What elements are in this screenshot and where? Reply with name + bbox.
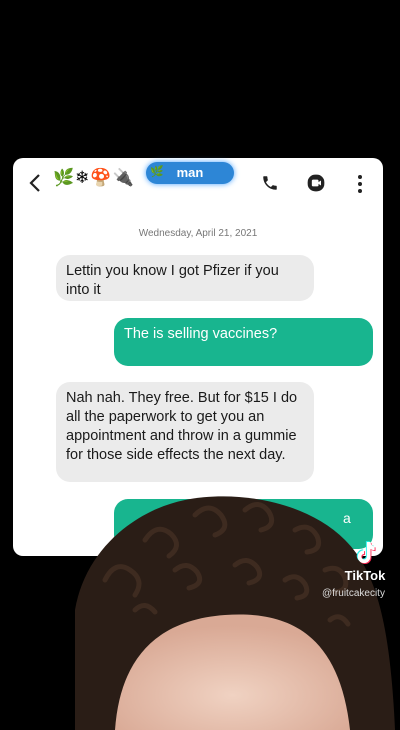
leaf-icon: 🌿	[150, 165, 164, 178]
contact-name[interactable]: 🌿❄🍄🔌	[53, 168, 135, 188]
video-icon[interactable]	[306, 173, 326, 193]
kebab-icon[interactable]	[357, 174, 363, 194]
message-bubble-outgoing[interactable]: The is selling vaccines?	[114, 318, 373, 366]
tiktok-watermark: TikTok	[336, 540, 394, 583]
message-bubble-incoming[interactable]: Lettin you know I got Pfizer if you into…	[56, 255, 314, 301]
message-bubble-incoming[interactable]: Nah nah. They free. But for $15 I do all…	[56, 382, 314, 482]
tiktok-brand-label: TikTok	[344, 568, 386, 583]
tiktok-logo-icon	[356, 541, 376, 564]
phone-icon[interactable]	[261, 174, 279, 192]
chevron-left-icon[interactable]	[25, 171, 45, 195]
conversation-date: Wednesday, April 21, 2021	[138, 228, 258, 239]
tiktok-username: @fruitcakecity	[322, 588, 385, 599]
person-head-overlay	[75, 496, 395, 730]
